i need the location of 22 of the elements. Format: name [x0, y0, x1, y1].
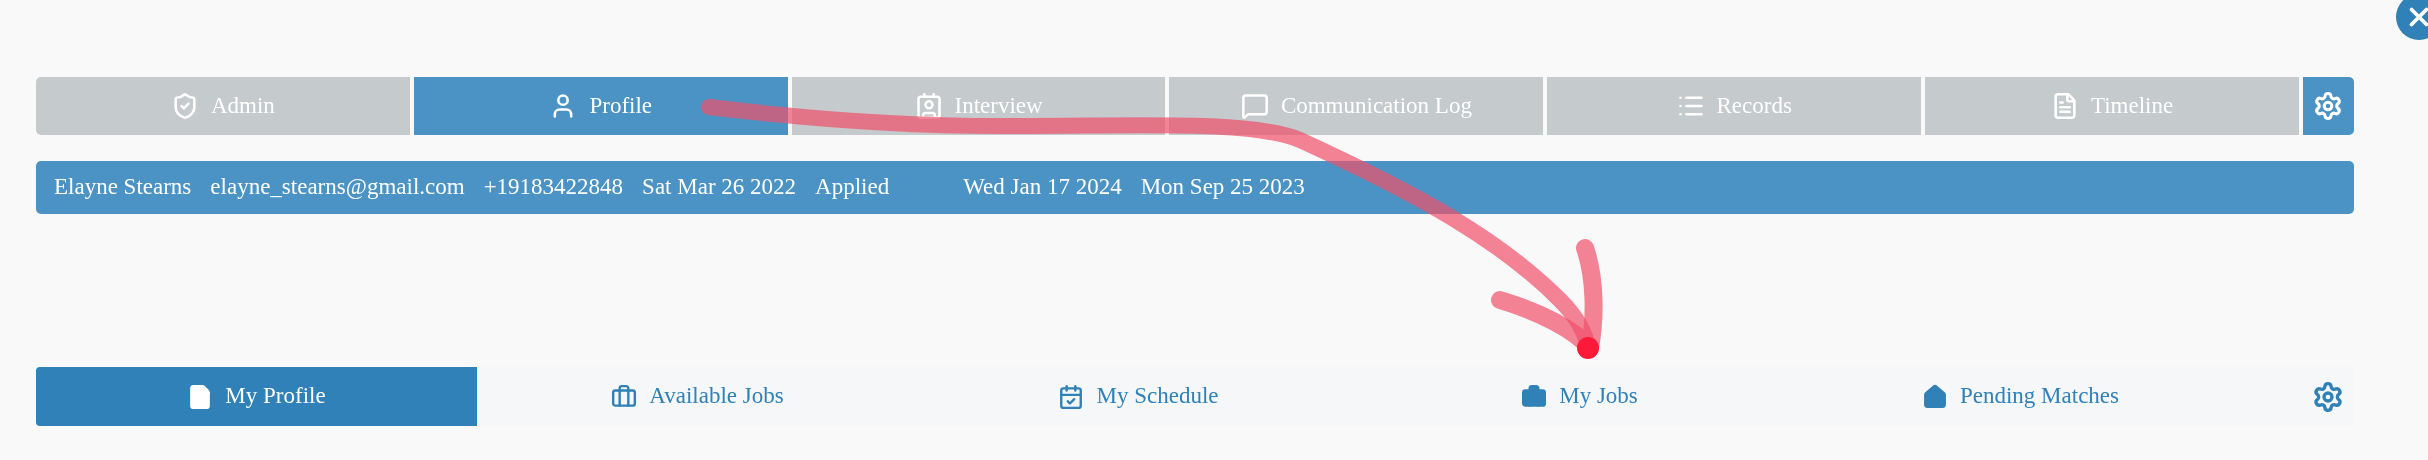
info-text: Mon Sep 25 2023 — [1140, 173, 1305, 202]
tab[interactable]: Available Jobs — [477, 367, 918, 426]
info-text: Elayne Stearns — [54, 173, 192, 202]
briefcase-icon — [1521, 383, 1548, 410]
settings-icon[interactable] — [2312, 380, 2344, 413]
home-icon — [1921, 383, 1948, 410]
info-text: Applied — [815, 173, 890, 202]
contact-card-icon — [914, 92, 943, 120]
tab[interactable]: Pending Matches — [1800, 367, 2241, 426]
tab[interactable]: My Profile — [36, 367, 477, 426]
calendar-icon — [1058, 383, 1085, 410]
info-text: +19183422848 — [483, 173, 624, 202]
info-text: Sat Mar 26 2022 — [642, 173, 797, 202]
info-text: elayne_stearns@gmail.com — [210, 173, 465, 202]
settings-button[interactable] — [2302, 77, 2354, 135]
chat-bubble-icon — [1240, 92, 1269, 120]
tab[interactable]: My Schedule — [918, 367, 1359, 426]
settings-icon — [2313, 91, 2344, 121]
info-text: Wed Jan 17 2024 — [963, 173, 1122, 202]
tab[interactable]: Profile — [413, 77, 788, 135]
briefcase-icon — [611, 383, 638, 410]
tab[interactable]: My Jobs — [1359, 367, 1800, 426]
